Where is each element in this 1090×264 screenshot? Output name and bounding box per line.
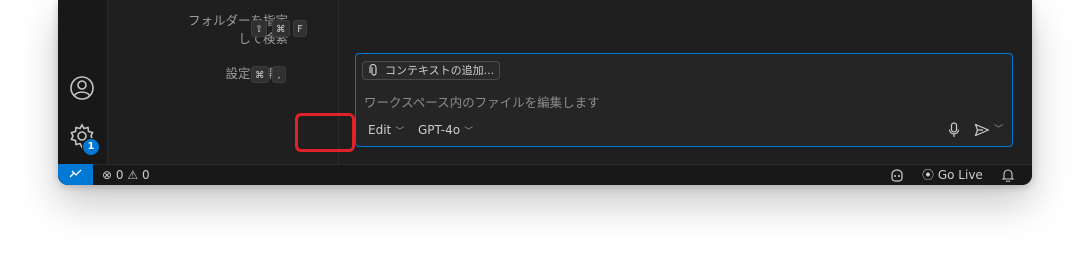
model-picker[interactable]: GPT-4o ﹀ <box>418 122 473 140</box>
problems-indicator[interactable]: ⊗ 0 ⚠ 0 <box>102 165 150 185</box>
mode-picker[interactable]: Edit ﹀ <box>368 122 404 140</box>
chat-input-box[interactable]: コンテキストの追加... ワークスペース内のファイルを編集します Edit ﹀ G… <box>355 53 1013 147</box>
comma-key: , <box>272 66 286 83</box>
error-icon: ⊗ <box>102 168 113 182</box>
copilot-icon[interactable] <box>889 168 905 185</box>
paperclip-icon <box>368 64 380 77</box>
broadcast-icon: ⦿ <box>922 168 935 182</box>
search-in-folder-hint: フォルダーを指定 して検索 <box>148 12 288 48</box>
activity-bar: 1 <box>58 0 108 164</box>
add-context-label: コンテキストの追加... <box>385 64 495 77</box>
command-key: ⌘ <box>251 66 269 83</box>
remote-indicator-button[interactable] <box>58 164 93 185</box>
annotation-highlight <box>295 113 355 152</box>
remote-icon <box>69 169 82 178</box>
microphone-icon[interactable] <box>948 122 960 138</box>
command-key: ⌘ <box>272 20 290 37</box>
error-count: 0 <box>115 168 124 182</box>
warning-icon: ⚠ <box>127 168 139 182</box>
send-icon[interactable] <box>974 123 990 137</box>
model-label: GPT-4o <box>418 123 461 137</box>
mode-label: Edit <box>368 123 392 137</box>
vscode-window: 1 フォルダーを指定 して検索 ⇧ ⌘ F 設定を開く ⌘ , コンテキストの追… <box>58 0 1032 185</box>
chevron-down-icon: ﹀ <box>464 127 474 137</box>
hint-label-line1: フォルダーを指定 <box>187 13 288 28</box>
status-bar: ⊗ 0 ⚠ 0 ⦿ Go Live <box>58 164 1032 185</box>
go-live-button[interactable]: ⦿ Go Live <box>922 165 983 185</box>
hint-label-line2: して検索 <box>238 31 288 46</box>
settings-update-badge: 1 <box>82 138 100 156</box>
account-icon[interactable] <box>68 74 96 102</box>
warning-count: 0 <box>141 168 150 182</box>
chat-input-field[interactable]: ワークスペース内のファイルを編集します <box>364 92 600 111</box>
add-context-button[interactable]: コンテキストの追加... <box>362 61 501 80</box>
notifications-bell-icon[interactable] <box>1002 168 1014 185</box>
f-key: F <box>293 20 307 37</box>
go-live-label: Go Live <box>937 168 983 182</box>
shift-key: ⇧ <box>251 20 267 37</box>
send-options-chevron-icon[interactable]: ﹀ <box>994 122 1003 135</box>
chevron-down-icon: ﹀ <box>395 127 405 137</box>
